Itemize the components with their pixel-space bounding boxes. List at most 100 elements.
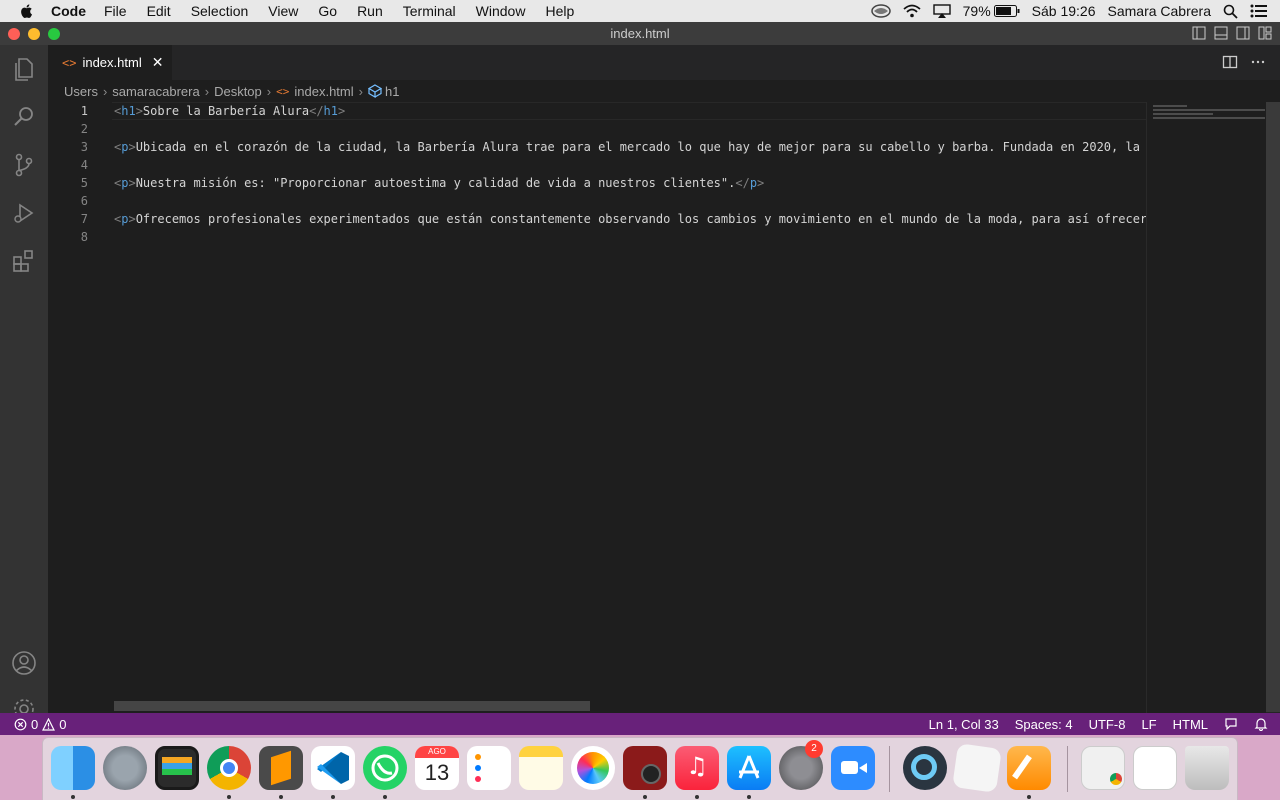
more-actions-icon[interactable]: [1250, 54, 1266, 70]
minimap[interactable]: [1146, 102, 1280, 713]
music-icon[interactable]: ♫: [675, 746, 719, 790]
siri-icon[interactable]: [870, 4, 891, 18]
source-control-icon[interactable]: [10, 151, 38, 179]
menu-view[interactable]: View: [268, 3, 298, 19]
notifications-bell-icon[interactable]: [1254, 717, 1268, 731]
split-editor-icon[interactable]: [1222, 54, 1238, 70]
chevron-right-icon: ›: [102, 83, 108, 99]
menu-selection[interactable]: Selection: [191, 3, 249, 19]
manage-gear-icon[interactable]: [10, 697, 38, 713]
calendar-icon[interactable]: AGO 13: [415, 746, 459, 790]
spotlight-search-icon[interactable]: [1223, 4, 1238, 19]
textedit-icon[interactable]: [952, 743, 1002, 793]
horizontal-scrollbar[interactable]: [114, 701, 590, 711]
notes-icon[interactable]: [519, 746, 563, 790]
extensions-icon[interactable]: [10, 247, 38, 275]
menu-window[interactable]: Window: [476, 3, 526, 19]
running-indicator: [331, 795, 335, 799]
activity-monitor-icon[interactable]: [155, 746, 199, 790]
cursor-position[interactable]: Ln 1, Col 33: [929, 717, 999, 732]
control-center-icon[interactable]: [1250, 4, 1268, 18]
code-line[interactable]: 6: [48, 192, 1146, 210]
app-store-icon[interactable]: [727, 746, 771, 790]
running-indicator: [747, 795, 751, 799]
menu-help[interactable]: Help: [545, 3, 574, 19]
activity-bar: [0, 45, 48, 713]
documents-stack-icon[interactable]: [1133, 746, 1177, 790]
photo-booth-icon[interactable]: [623, 746, 667, 790]
finder-icon[interactable]: [51, 746, 95, 790]
feedback-icon[interactable]: [1224, 717, 1238, 731]
end-of-line[interactable]: LF: [1141, 717, 1156, 732]
customize-layout-icon[interactable]: [1258, 26, 1272, 40]
html-file-icon: <>: [276, 84, 290, 98]
airplay-icon[interactable]: [932, 4, 951, 18]
menu-run[interactable]: Run: [357, 3, 383, 19]
vertical-scrollbar[interactable]: [1266, 102, 1280, 713]
quicktime-icon[interactable]: [903, 746, 947, 790]
toggle-sidebar-icon[interactable]: [1192, 26, 1206, 40]
language-mode[interactable]: HTML: [1173, 717, 1208, 732]
clock[interactable]: Sáb 19:26: [1032, 3, 1096, 19]
pages-icon[interactable]: [1007, 746, 1051, 790]
code-line[interactable]: 3 <p>Ubicada en el corazón de la ciudad, …: [48, 138, 1146, 156]
code-line[interactable]: 8: [48, 228, 1146, 246]
encoding[interactable]: UTF-8: [1089, 717, 1126, 732]
vscode-icon[interactable]: [311, 746, 355, 790]
toggle-secondary-sidebar-icon[interactable]: [1236, 26, 1250, 40]
wifi-icon[interactable]: [903, 4, 921, 18]
explorer-icon[interactable]: [10, 55, 38, 83]
code-line[interactable]: 2: [48, 120, 1146, 138]
line-number: 3: [80, 140, 88, 154]
launchpad-icon[interactable]: [103, 746, 147, 790]
dock-separator: [889, 746, 890, 792]
indentation[interactable]: Spaces: 4: [1015, 717, 1073, 732]
problems-indicator[interactable]: 0 0: [14, 717, 66, 732]
accounts-icon[interactable]: [10, 649, 38, 677]
code-line[interactable]: 4: [48, 156, 1146, 174]
code-line[interactable]: 1 <h1>Sobre la Barbería Alura</h1>: [48, 102, 1146, 120]
zoom-window-button[interactable]: [48, 28, 60, 40]
running-indicator: [279, 795, 283, 799]
scrollbar-thumb[interactable]: [1266, 102, 1280, 712]
close-window-button[interactable]: [8, 28, 20, 40]
breadcrumb-desktop[interactable]: Desktop: [214, 84, 262, 99]
close-tab-icon[interactable]: ✕: [152, 54, 164, 71]
menu-terminal[interactable]: Terminal: [403, 3, 456, 19]
reminders-icon[interactable]: [467, 746, 511, 790]
menu-file[interactable]: File: [104, 3, 127, 19]
search-icon[interactable]: [10, 103, 38, 131]
user-name[interactable]: Samara Cabrera: [1108, 3, 1212, 19]
whatsapp-icon[interactable]: [363, 746, 407, 790]
code-editor[interactable]: 1 <h1>Sobre la Barbería Alura</h1> 2 3 <p>Ub…: [48, 102, 1146, 706]
photos-icon[interactable]: [571, 746, 615, 790]
toggle-panel-icon[interactable]: [1214, 26, 1228, 40]
error-icon: [14, 718, 27, 730]
downloads-stack-icon[interactable]: [1081, 746, 1125, 790]
breadcrumb-symbol[interactable]: h1: [385, 84, 399, 99]
battery-percent: 79%: [962, 3, 991, 19]
system-preferences-icon[interactable]: 2: [779, 740, 823, 790]
title-bar: index.html: [0, 22, 1280, 45]
code-line[interactable]: 7 <p>Ofrecemos profesionales experimentad…: [48, 210, 1146, 228]
notification-badge: 2: [805, 740, 823, 758]
dock: AGO 13 ♫ 2: [42, 737, 1238, 800]
breadcrumb-users[interactable]: Users: [64, 84, 98, 99]
menu-go[interactable]: Go: [318, 3, 337, 19]
zoom-icon[interactable]: [831, 746, 875, 790]
menu-code[interactable]: Code: [51, 3, 86, 19]
tab-index-html[interactable]: <> index.html ✕: [48, 45, 172, 80]
code-line[interactable]: 5 <p>Nuestra misión es: "Proporcionar aut…: [48, 174, 1146, 192]
battery-status[interactable]: 79%: [963, 3, 1020, 19]
apple-icon[interactable]: [19, 3, 35, 19]
menu-edit[interactable]: Edit: [147, 3, 171, 19]
breadcrumb-user-folder[interactable]: samaracabrera: [112, 84, 199, 99]
breadcrumb-file[interactable]: index.html: [294, 84, 353, 99]
warning-count: 0: [59, 716, 67, 732]
minimize-window-button[interactable]: [28, 28, 40, 40]
sublime-text-icon[interactable]: [259, 746, 303, 790]
line-number: 7: [80, 212, 88, 226]
run-debug-icon[interactable]: [10, 199, 38, 227]
trash-icon[interactable]: [1185, 746, 1229, 790]
chrome-icon[interactable]: [207, 746, 251, 790]
